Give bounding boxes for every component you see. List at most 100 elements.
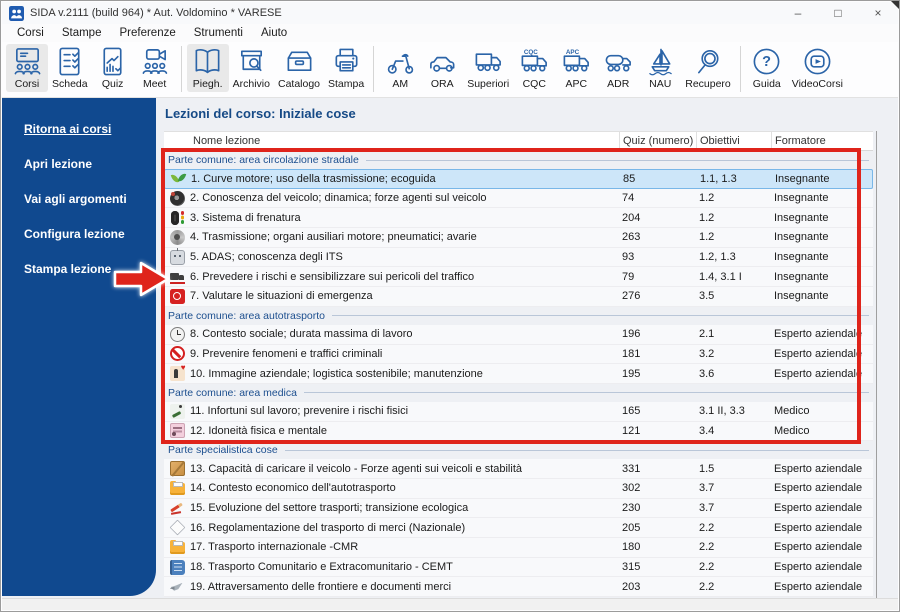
toolbar-button-am[interactable]: AM (379, 44, 421, 92)
sidebar-item-configura-lezione[interactable]: Configura lezione (2, 227, 156, 241)
lesson-name: 11. Infortuni sul lavoro; prevenire i ri… (190, 405, 409, 418)
quiz-count: 165 (622, 405, 641, 418)
quiz-count: 181 (622, 347, 641, 360)
quiz-count: 315 (622, 561, 641, 574)
toolbar-button-label: Recupero (685, 78, 731, 90)
trainer: Esperto aziendale (774, 501, 863, 514)
lesson-name: 9. Prevenire fenomeni e traffici crimina… (190, 347, 383, 360)
menu-preferenze[interactable]: Preferenze (110, 26, 184, 40)
page-title: Lezioni del corso: Iniziale cose (165, 106, 356, 121)
toolbar-button-meet[interactable]: Meet (134, 44, 176, 92)
lessons-table: Nome lezione Quiz (numero) Obiettivi Format… (164, 131, 873, 598)
trainer: Esperto aziendale (774, 580, 863, 593)
toolbar-button-stampa[interactable]: Stampa (324, 44, 368, 92)
column-header-obiettivi[interactable]: Obiettivi (696, 132, 771, 150)
toolbar-button-apc[interactable]: APC APC (555, 44, 597, 92)
minimize-button[interactable]: – (778, 2, 818, 24)
toolbar-button-label: VideoCorsi (791, 78, 843, 90)
document-sheet-icon (169, 519, 185, 536)
toolbar-button-label: Scheda (52, 78, 88, 90)
quiz-stats-icon (97, 46, 128, 77)
trainer: Insegnante (774, 192, 829, 205)
archive-search-icon (236, 46, 267, 77)
trainer: Insegnante (774, 251, 829, 264)
medical-fitness-icon (169, 423, 185, 439)
toolbar-button-adr[interactable]: ADR (597, 44, 639, 92)
toolbar-button-recupero[interactable]: Recupero (681, 44, 735, 92)
trainer: Insegnante (774, 211, 829, 224)
column-header-nome-lezione[interactable]: Nome lezione (190, 132, 619, 150)
section-header-parte-comune-area-medica: Parte comune: area medica (164, 384, 873, 402)
toolbar-button-scheda[interactable]: Scheda (48, 44, 92, 92)
quiz-count: 93 (622, 251, 635, 264)
maximize-button[interactable]: □ (818, 2, 858, 24)
menu-strumenti[interactable]: Strumenti (185, 26, 252, 40)
lesson-row[interactable]: 8. Contesto sociale; durata massima di l… (164, 324, 873, 345)
lesson-name: 10. Immagine aziendale; logistica sosten… (190, 367, 483, 380)
objectives: 1.5 (699, 462, 715, 475)
toolbar-button-guida[interactable]: ? Guida (746, 44, 788, 92)
app-logo-icon (9, 5, 24, 21)
menu-aiuto[interactable]: Aiuto (252, 26, 296, 40)
trainer: Esperto aziendale (774, 347, 863, 360)
toolbar-button-quiz[interactable]: Quiz (92, 44, 134, 92)
lesson-row[interactable]: 5. ADAS; conoscenza degli ITS 93 1.2, 1.3 I… (164, 247, 873, 268)
toolbar-button-label: NAU (649, 78, 672, 90)
sidebar-item-ritorna-ai-corsi[interactable]: Ritorna ai corsi (2, 122, 156, 136)
lesson-row[interactable]: 1. Curve motore; uso della trasmissione;… (164, 169, 873, 189)
lesson-row[interactable]: 6. Prevedere i rischi e sensibilizzare s… (164, 267, 873, 288)
lesson-row[interactable]: 18. Trasporto Comunitario e Extracomunit… (164, 557, 873, 578)
sidebar-item-vai-agli-argomenti[interactable]: Vai agli argomenti (2, 192, 156, 206)
lesson-row[interactable]: 17. Trasporto internazionale -CMR 180 2.2 E… (164, 538, 873, 558)
column-header-quiz-numero[interactable]: Quiz (numero) (619, 132, 696, 150)
toolbar-button-catalogo[interactable]: Catalogo (274, 44, 324, 92)
quiz-count: 331 (622, 462, 641, 475)
lesson-row[interactable]: 7. Valutare le situazioni di emergenza 27… (164, 287, 873, 307)
toolbar-button-cqc[interactable]: CQC CQC (513, 44, 555, 92)
window-title: SIDA v.2111 (build 964) * Aut. Voldomino… (30, 7, 282, 19)
toolbar-button-piegh[interactable]: Piegh. (186, 44, 229, 92)
lesson-row[interactable]: 2. Conoscenza del veicolo; dinamica; for… (164, 188, 873, 209)
lesson-row[interactable]: 3. Sistema di frenatura 204 1.2 Insegnante (164, 208, 873, 229)
lesson-row[interactable]: 19. Attraversamento delle frontiere e do… (164, 577, 873, 598)
menu-corsi[interactable]: Corsi (8, 26, 53, 40)
lesson-row[interactable]: 11. Infortuni sul lavoro; prevenire i ri… (164, 401, 873, 422)
objectives: 3.1 II, 3.3 (699, 405, 745, 418)
trainer: Esperto aziendale (774, 367, 863, 380)
toolbar-button-label: Meet (142, 78, 167, 90)
lesson-row[interactable]: 13. Capacità di caricare il veicolo - Fo… (164, 459, 873, 479)
toolbar-button-videocorsi[interactable]: VideoCorsi (788, 44, 847, 92)
sidebar-item-stampa-lezione[interactable]: Stampa lezione (2, 262, 156, 276)
lesson-icon-cell (164, 499, 190, 518)
toolbar-button-superiori[interactable]: Superiori (463, 44, 513, 92)
document-folder-icon (169, 539, 185, 555)
lesson-row[interactable]: 4. Trasmissione; organi ausiliari motore… (164, 228, 873, 248)
lesson-row[interactable]: 14. Contesto economico dell'autotrasport… (164, 478, 873, 499)
section-header-label: Parte specialistica cose (168, 444, 278, 457)
column-header-formatore[interactable]: Formatore (771, 132, 873, 150)
toolbar-button-corsi[interactable]: Corsi (6, 44, 48, 92)
lesson-row[interactable]: 16. Regolamentazione del trasporto di me… (164, 518, 873, 538)
truck-icon (473, 46, 504, 77)
quiz-count: 276 (622, 290, 641, 303)
objectives: 1.4, 3.1 I (699, 270, 742, 283)
lesson-row[interactable]: 15. Evoluzione del settore trasporti; tr… (164, 498, 873, 519)
quiz-count: 204 (622, 211, 641, 224)
lesson-row[interactable]: 9. Prevenire fenomeni e traffici crimina… (164, 344, 873, 365)
menu-stampe[interactable]: Stampe (53, 26, 111, 40)
toolbar-button-archivio[interactable]: Archivio (229, 44, 274, 92)
lesson-name: 14. Contesto economico dell'autotrasport… (190, 482, 396, 495)
section-header-label: Parte comune: area medica (168, 386, 297, 399)
money-folder-icon (169, 480, 185, 496)
sidebar-item-apri-lezione[interactable]: Apri lezione (2, 157, 156, 171)
toolbar-button-nau[interactable]: NAU (639, 44, 681, 92)
section-header-parte-comune-area-circolazione-stradale: Parte comune: area circolazione stradale (164, 151, 873, 169)
lesson-row[interactable]: 10. Immagine aziendale; logistica sosten… (164, 364, 873, 384)
toolbar-divider (739, 46, 741, 92)
objectives: 3.6 (699, 367, 715, 380)
toolbar-group: AM ORA Superiori CQC CQC APC APC ADR NAU Recupero (379, 44, 735, 92)
lesson-row[interactable]: 12. Idoneità fisica e mentale 121 3.4 Medic… (164, 421, 873, 442)
objectives: 3.7 (699, 501, 715, 514)
toolbar-button-label: Catalogo (277, 78, 321, 90)
toolbar-button-ora[interactable]: ORA (421, 44, 463, 92)
